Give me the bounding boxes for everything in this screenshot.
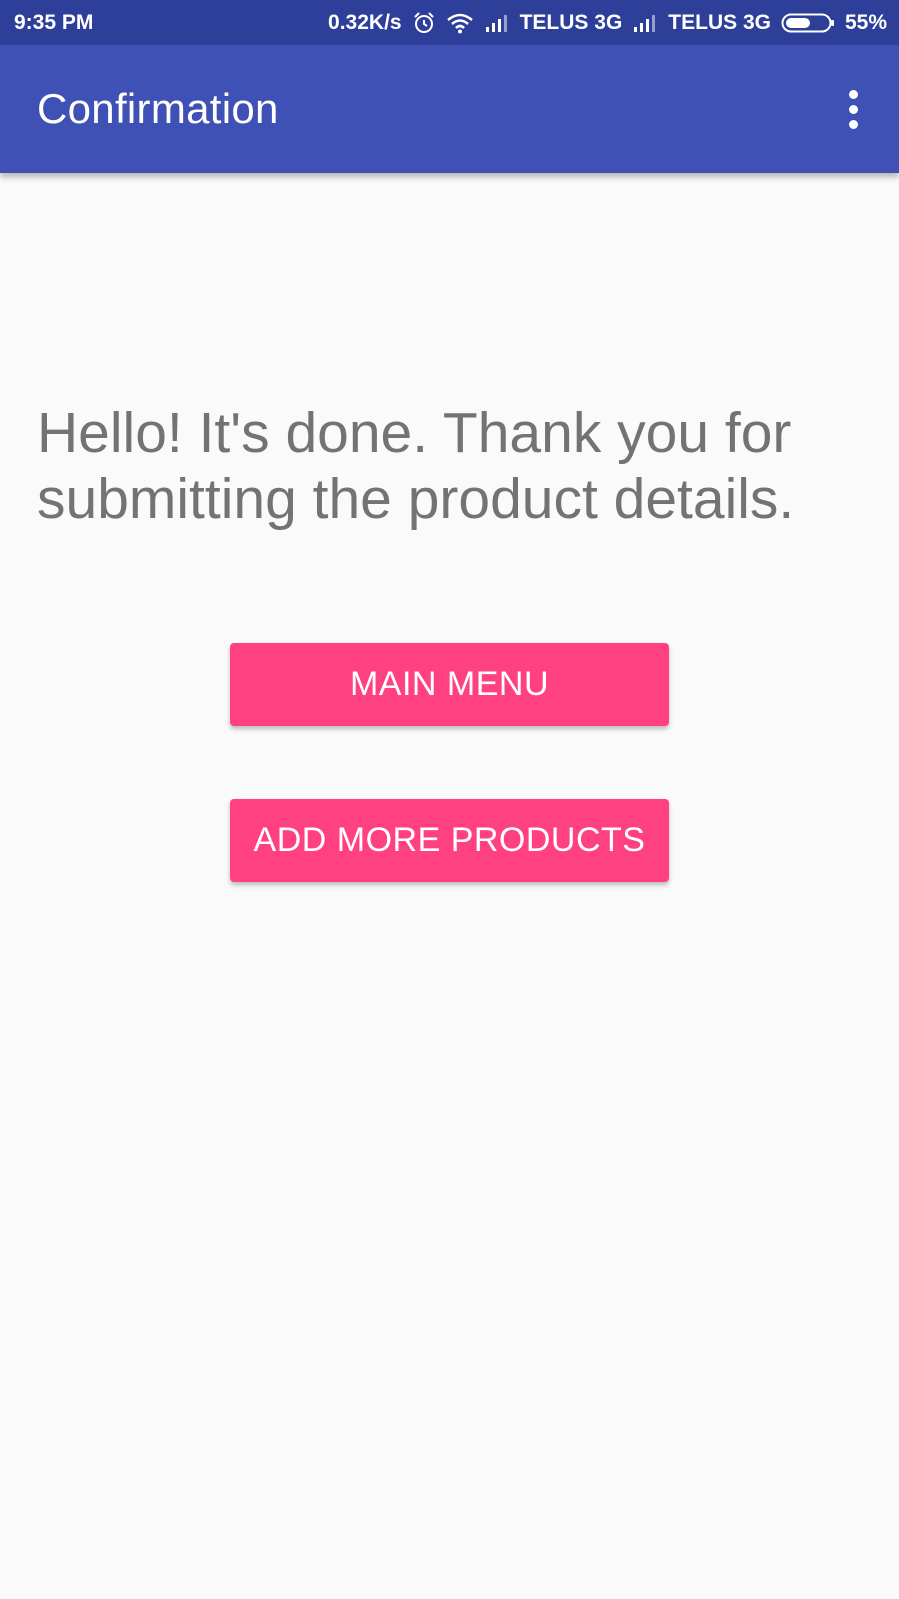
battery-percent: 55% [844, 10, 887, 34]
net-speed: 0.32K/s [328, 10, 402, 34]
page-title: Confirmation [37, 85, 279, 132]
more-vert-icon [848, 104, 858, 114]
more-vert-icon [848, 89, 858, 99]
more-options-button[interactable] [829, 85, 877, 133]
status-bar: 9:35 PM 0.32K/s TELUS 3G TELUS 3G 55% [0, 0, 899, 45]
status-time: 9:35 PM [14, 11, 94, 34]
more-vert-icon [848, 119, 858, 129]
status-indicators: 0.32K/s TELUS 3G TELUS 3G 55% [328, 0, 887, 45]
app-bar: Confirmation [0, 45, 899, 173]
signal-icon [484, 13, 510, 33]
carrier-2: TELUS 3G [668, 10, 771, 34]
alarm-icon [412, 11, 436, 35]
carrier-1: TELUS 3G [519, 10, 623, 34]
signal-icon [632, 13, 658, 33]
wifi-icon [446, 12, 474, 34]
add-more-products-button[interactable]: ADD MORE PRODUCTS [230, 799, 669, 882]
battery-icon [781, 12, 835, 34]
confirmation-message: Hello! It's done. Thank you for submitti… [37, 401, 795, 531]
main-menu-button[interactable]: MAIN MENU [230, 643, 669, 726]
